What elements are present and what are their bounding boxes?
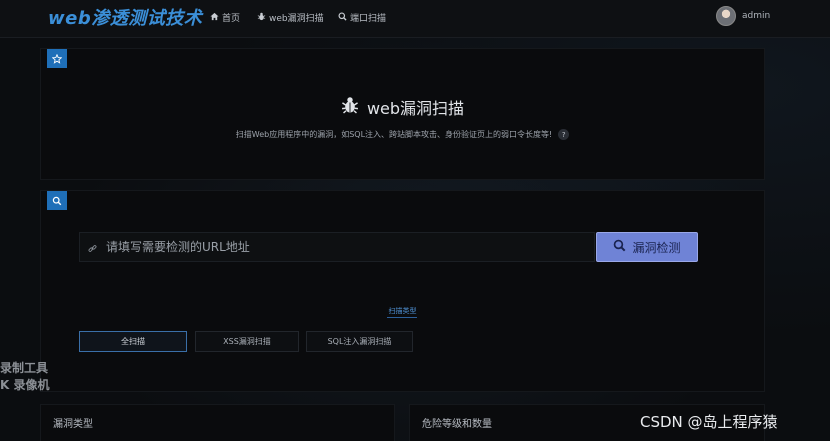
star-icon: [52, 53, 62, 64]
bug-icon: [341, 96, 359, 118]
nav-item-label: 端口扫描: [350, 14, 387, 24]
scan-option-sql[interactable]: SQL注入漏洞扫描: [306, 331, 413, 352]
recorder-watermark-line: K 录像机: [0, 378, 50, 392]
scan-option-full[interactable]: 全扫描: [79, 331, 187, 352]
search-badge: [47, 191, 67, 210]
recorder-watermark: 录制工具 K 录像机: [0, 360, 49, 394]
star-badge: [47, 49, 67, 68]
scan-type-underline: [387, 317, 417, 318]
vuln-scan-button[interactable]: 漏洞检测: [596, 232, 698, 262]
user-menu[interactable]: admin: [716, 6, 770, 26]
brand-logo[interactable]: web渗透测试技术: [48, 4, 202, 30]
scan-type-label: 扫描类型: [388, 307, 417, 315]
scan-panel: 漏洞检测 扫描类型 全扫描 XSS漏洞扫描 SQL注入漏洞扫描: [40, 190, 765, 392]
avatar: [716, 6, 736, 26]
vuln-type-title: 漏洞类型: [53, 419, 93, 430]
user-name: admin: [742, 11, 771, 21]
page-title: web漏洞扫描: [41, 95, 764, 119]
help-icon[interactable]: ?: [558, 129, 570, 140]
bug-icon: [257, 12, 266, 24]
recorder-watermark-line: 录制工具: [0, 361, 49, 375]
url-input-wrapper: [79, 232, 595, 262]
search-icon: [52, 196, 62, 205]
top-navbar: web渗透测试技术 首页 web漏洞扫描 端口扫描 admin: [0, 0, 830, 38]
search-icon: [338, 11, 347, 24]
risk-level-title: 危险等级和数量: [422, 419, 492, 430]
nav-item-label: web漏洞扫描: [269, 14, 324, 24]
page-title-text: web漏洞扫描: [366, 99, 465, 118]
home-icon: [210, 12, 219, 24]
page-subtitle: 扫描Web应用程序中的漏洞，如SQL注入、跨站脚本攻击、身份验证页上的弱口令长度…: [41, 129, 764, 140]
nav-item-home[interactable]: 首页: [210, 11, 240, 24]
link-icon: [88, 238, 97, 257]
search-icon: [613, 239, 626, 255]
vuln-scan-button-label: 漏洞检测: [632, 240, 681, 255]
vuln-type-panel: 漏洞类型: [40, 404, 395, 441]
scan-option-xss[interactable]: XSS漏洞扫描: [195, 331, 299, 352]
nav-item-label: 首页: [222, 14, 241, 24]
nav-item-port-scan[interactable]: 端口扫描: [338, 11, 386, 24]
page-subtitle-text: 扫描Web应用程序中的漏洞，如SQL注入、跨站脚本攻击、身份验证页上的弱口令长度…: [235, 130, 553, 139]
hero-panel: web漏洞扫描 扫描Web应用程序中的漏洞，如SQL注入、跨站脚本攻击、身份验证…: [40, 48, 765, 180]
csdn-watermark: CSDN @岛上程序猿: [640, 413, 778, 431]
url-input[interactable]: [106, 240, 594, 254]
nav-item-web-scan[interactable]: web漏洞扫描: [257, 11, 324, 24]
